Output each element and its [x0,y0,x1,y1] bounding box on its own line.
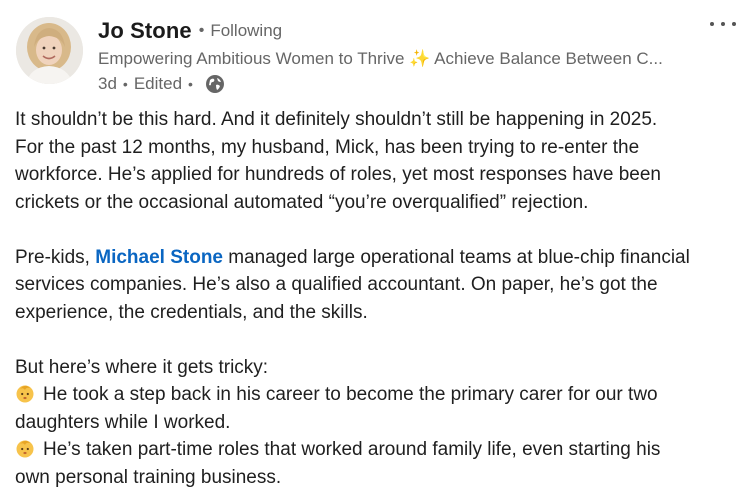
baby-emoji-icon [15,383,35,403]
body-line: workforce. He’s applied for hundreds of … [15,164,661,185]
body-text: Pre-kids, [15,246,96,268]
baby-emoji-icon [15,438,35,458]
meta-separator: • [188,76,193,92]
sparkle-icon: ✨ [409,49,431,68]
author-headline[interactable]: Empowering Ambitious Women to Thrive ✨ A… [98,48,698,70]
bullet-line: He took a step back in his career to bec… [15,381,745,409]
headline-text-start: Empowering Ambitious Women to Thrive [98,49,405,68]
author-name-row: Jo Stone • Following [98,14,282,48]
body-line: For the past 12 months, my husband, Mick… [15,136,640,158]
follow-status: Following [210,21,283,40]
post-meta: 3d • Edited • [98,72,225,96]
post-age[interactable]: 3d [98,74,117,94]
bullet-line: He’s taken part-time roles that worked a… [15,436,745,464]
edited-label: Edited [133,74,183,93]
body-line: daughters while I worked. [15,411,231,433]
body-line: services companies. He’s also a qualifie… [15,274,658,295]
more-dot [710,22,714,26]
bullet-text: He’s taken part-time roles that worked a… [43,439,661,460]
more-dot [732,22,736,26]
body-line: It shouldn’t be this hard. And it defini… [15,109,658,130]
body-line: crickets or the occasional automated “yo… [15,191,589,213]
bullet-text: He took a step back in his career to bec… [43,384,658,405]
paragraph-3: But here’s where it gets tricky: He took… [15,354,745,492]
paragraph-1: It shouldn’t be this hard. And it defini… [15,106,745,216]
body-line: experience, the credentials, and the ski… [15,301,368,323]
feed-post: Jo Stone • Following Empowering Ambitiou… [0,0,756,502]
more-dot [721,22,725,26]
name-separator: • [198,22,205,39]
headline-text-end: Achieve Balance Between C... [434,49,663,68]
globe-icon [205,74,225,94]
post-body: It shouldn’t be this hard. And it defini… [15,106,745,491]
body-line: But here’s where it gets tricky: [15,356,269,378]
body-line: Pre-kids, Michael Stone managed large op… [15,244,745,272]
meta-separator: • [122,76,128,92]
avatar-photo [16,17,83,84]
paragraph-2: Pre-kids, Michael Stone managed large op… [15,244,745,327]
body-line: own personal training business. [15,466,282,488]
mention-link[interactable]: Michael Stone [95,247,223,268]
author-name[interactable]: Jo Stone [98,18,192,44]
author-avatar[interactable] [16,17,83,84]
more-options-icon[interactable] [710,14,736,34]
body-text: managed large operational teams at blue-… [223,246,690,268]
